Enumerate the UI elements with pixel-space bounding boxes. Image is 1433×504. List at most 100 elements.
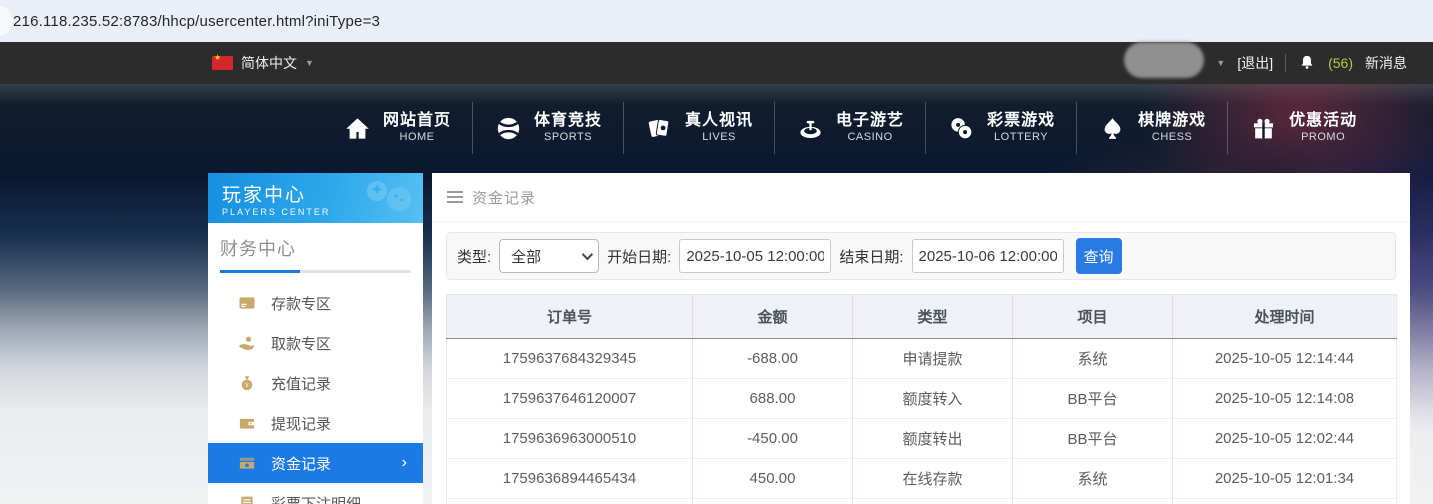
sidebar-item-label: 取款专区 [271, 335, 332, 353]
sidebar-item-recharge-records[interactable]: ¥ 充值记录 [208, 363, 423, 403]
new-message-label[interactable]: 新消息 [1365, 53, 1407, 73]
table-row: 1759636963000510 -450.00 额度转出 BB平台 2025-… [446, 418, 1397, 459]
bank-card-icon [238, 294, 256, 312]
type-select-value: 全部 [511, 248, 542, 266]
cell-item: 系统 [1012, 338, 1173, 379]
sports-ball-icon [494, 114, 522, 142]
language-label: 简体中文 [241, 55, 297, 71]
document-icon [238, 494, 256, 504]
menu-icon[interactable] [447, 191, 463, 203]
nav-label-en: PROMO [1301, 131, 1346, 144]
table-header-row: 订单号 金额 类型 项目 处理时间 [446, 294, 1397, 339]
filter-bar: 类型: 全部 开始日期: 结束日期: 查询 [446, 232, 1396, 280]
nav-label-en: CHESS [1151, 131, 1193, 144]
language-selector[interactable]: 简体中文 ▼ [212, 53, 314, 73]
gift-icon [1249, 114, 1277, 142]
cell-amount: -450.00 [692, 418, 853, 459]
header-process-time: 处理时间 [1172, 294, 1397, 339]
nav-label-en: LIVES [702, 131, 736, 144]
select-chevron-icon [581, 248, 594, 261]
nav-item-promo[interactable]: 优惠活动 PROMO [1228, 102, 1378, 154]
cell-amount: 688.00 [692, 378, 853, 419]
username-redacted-avatar[interactable] [1124, 42, 1205, 78]
nav-label-en: HOME [399, 131, 435, 144]
header-item: 项目 [1012, 294, 1173, 339]
start-date-label: 开始日期: [607, 248, 672, 266]
breadcrumb-label: 资金记录 [472, 189, 537, 207]
cell-type: 申请提款 [852, 338, 1013, 379]
nav-label-zh: 棋牌游戏 [1138, 112, 1207, 130]
start-date-input[interactable] [679, 239, 832, 273]
url-text[interactable]: 216.118.235.52:8783/hhcp/usercenter.html… [13, 13, 380, 30]
cell-order-no: 1759636963000510 [446, 418, 693, 459]
nav-item-lives[interactable]: 真人视讯 LIVES [624, 102, 776, 154]
nav-label-en: SPORTS [544, 131, 593, 144]
finance-section-title: 财务中心 [220, 239, 296, 259]
svg-text:¥: ¥ [246, 383, 249, 389]
cell-item: 系统 [1012, 458, 1173, 499]
header-amount: 金额 [692, 294, 853, 339]
main-navigation: 网站首页 HOME 体育竞技 SPORTS 真人视讯 LIVES 电子游艺 CASINO… [322, 96, 1378, 160]
home-icon [343, 114, 371, 142]
sidebar-item-label: 提现记录 [271, 415, 332, 433]
sidebar-item-deposit[interactable]: 存款专区 [208, 283, 423, 323]
main-content-panel: 资金记录 类型: 全部 开始日期: 结束日期: 查询 订单号 金额 类型 项目 … [432, 173, 1410, 504]
nav-item-casino[interactable]: 电子游艺 CASINO [775, 102, 927, 154]
sidebar-item-withdraw[interactable]: 取款专区 [208, 323, 423, 363]
cell-process-time: 2025-10-05 12:02:44 [1172, 418, 1397, 459]
nav-label-zh: 优惠活动 [1289, 112, 1358, 130]
nav-item-home[interactable]: 网站首页 HOME [322, 102, 474, 154]
nav-item-lottery[interactable]: 彩票游戏 LOTTERY [926, 102, 1078, 154]
nav-item-chess[interactable]: 棋牌游戏 CHESS [1077, 102, 1229, 154]
end-date-label: 结束日期: [839, 248, 904, 266]
hand-money-icon [238, 334, 256, 352]
roulette-icon [796, 114, 824, 142]
nav-label-zh: 真人视讯 [685, 112, 754, 130]
sidebar-item-fund-records[interactable]: 资金记录 › [208, 443, 423, 483]
site-top-bar: 简体中文 ▼ ▼ [退出] (56) 新消息 [0, 42, 1433, 84]
cell-amount: -688.00 [692, 338, 853, 379]
cell-type: 额度转出 [852, 418, 1013, 459]
section-underline [220, 270, 411, 273]
playing-cards-icon [645, 114, 673, 142]
cell-process-time: 2025-10-05 12:14:44 [1172, 338, 1397, 379]
sidebar-header: 玩家中心 PLAYERS CENTER [208, 173, 423, 223]
sidebar-item-label: 存款专区 [271, 295, 332, 313]
nav-label-zh: 体育竞技 [534, 112, 603, 130]
browser-address-bar[interactable]: 216.118.235.52:8783/hhcp/usercenter.html… [0, 0, 1433, 42]
sidebar-item-label: 充值记录 [271, 375, 332, 393]
sidebar-item-withdrawal-records[interactable]: 提现记录 [208, 403, 423, 443]
wallet-icon [238, 414, 256, 432]
type-label: 类型: [457, 248, 492, 266]
cell-order-no: 1759636894465434 [446, 458, 693, 499]
cell-process-time: 2025-10-05 12:01:34 [1172, 458, 1397, 499]
cell-type: 在线存款 [852, 458, 1013, 499]
sidebar-item-lottery-bet-details[interactable]: 彩票下注明细 [208, 483, 423, 504]
new-message-count[interactable]: (56) [1328, 55, 1353, 71]
nav-label-en: CASINO [847, 131, 893, 144]
table-row: 1759636894465434 450.00 在线存款 系统 2025-10-… [446, 458, 1397, 499]
nav-label-zh: 网站首页 [383, 112, 452, 130]
nav-item-sports[interactable]: 体育竞技 SPORTS [473, 102, 625, 154]
cell-item: BB平台 [1012, 418, 1173, 459]
end-date-input[interactable] [911, 239, 1064, 273]
gamepad-icon [361, 179, 413, 222]
cell-type: 额度转入 [852, 378, 1013, 419]
breadcrumb: 资金记录 [432, 173, 1410, 222]
nav-label-zh: 电子游艺 [836, 112, 905, 130]
banknote-icon [238, 454, 256, 472]
table-row: 1759637684329345 -688.00 申请提款 系统 2025-10… [446, 338, 1397, 379]
table-row-partial [446, 498, 1397, 504]
type-select[interactable]: 全部 [499, 239, 600, 273]
cell-order-no: 1759637684329345 [446, 338, 693, 379]
table-row: 1759637646120007 688.00 额度转入 BB平台 2025-1… [446, 378, 1397, 419]
notification-bell-icon[interactable] [1298, 53, 1316, 73]
cell-item: BB平台 [1012, 378, 1173, 419]
header-order-no: 订单号 [446, 294, 693, 339]
search-button[interactable]: 查询 [1075, 238, 1122, 274]
header-type: 类型 [852, 294, 1013, 339]
user-chevron-down-icon[interactable]: ▼ [1216, 58, 1225, 68]
player-center-sidebar: 玩家中心 PLAYERS CENTER 财务中心 存款专区 取款专区 ¥ 充值记… [208, 173, 423, 504]
logout-button[interactable]: [退出] [1237, 53, 1273, 73]
cell-order-no: 1759637646120007 [446, 378, 693, 419]
